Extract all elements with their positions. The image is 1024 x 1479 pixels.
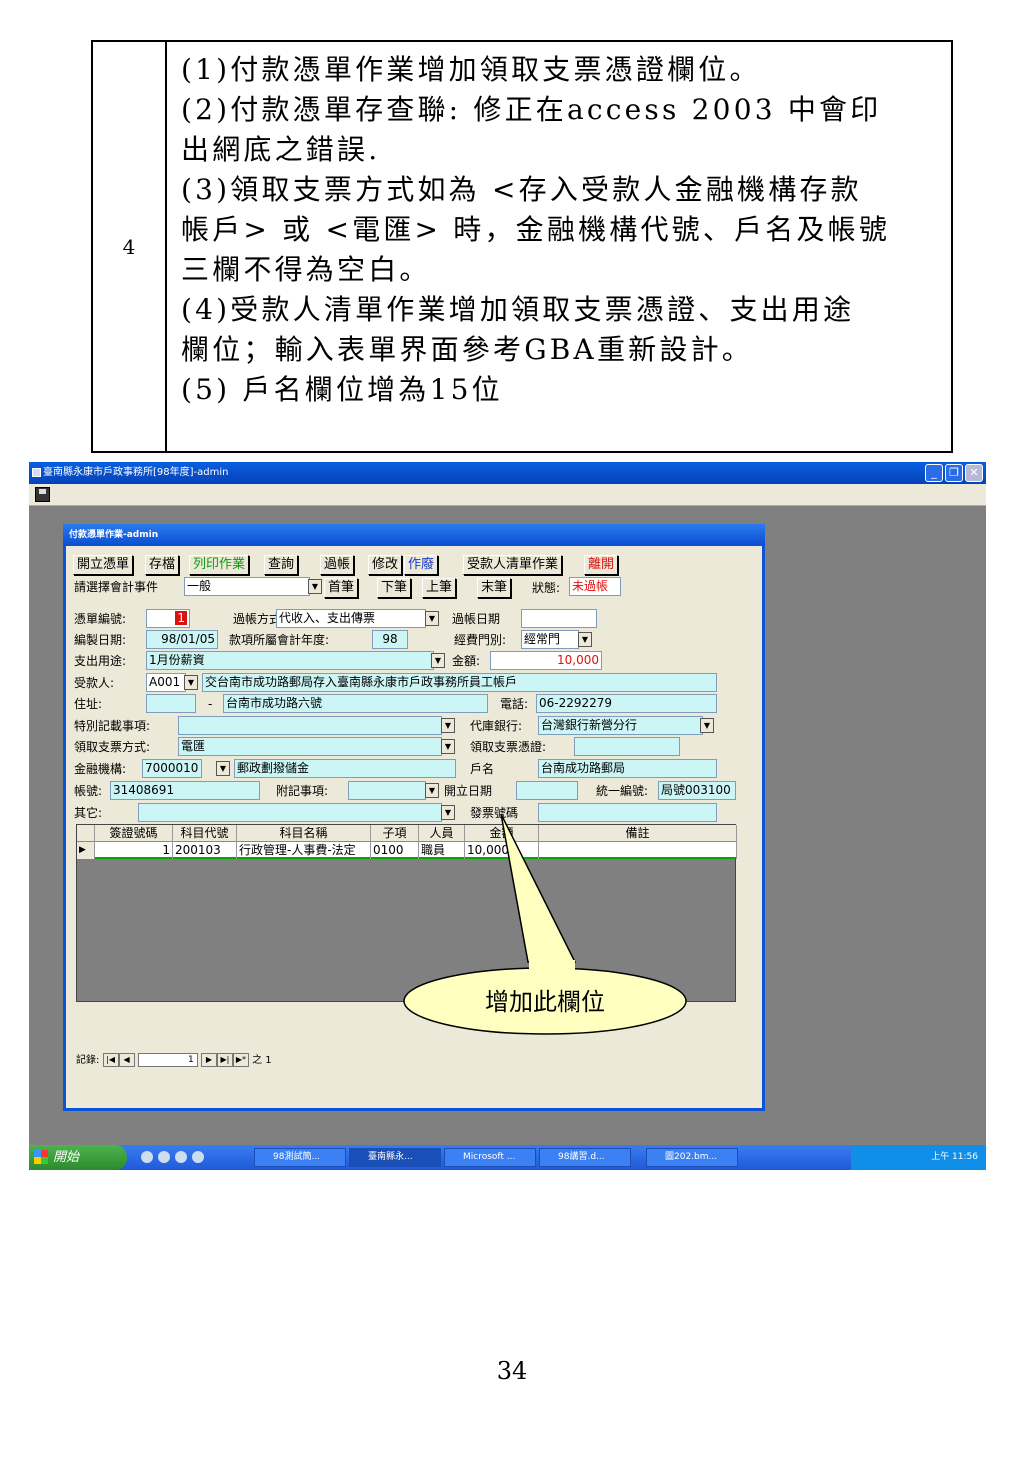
callout-overlay: 增加此欄位 bbox=[403, 813, 687, 1035]
change-description: (1)付款憑單作業增加領取支票憑證欄位。 (2)付款憑單存查聯: 修正在acce… bbox=[167, 42, 951, 451]
task-item[interactable]: 圖202.bm... bbox=[646, 1148, 738, 1167]
callout-pointer bbox=[500, 813, 577, 963]
row-number: 4 bbox=[93, 42, 167, 451]
quicklaunch-desktop-icon[interactable] bbox=[175, 1151, 187, 1163]
taskbar: 開始 98測試簡... 臺南縣永... Microsoft ... 98講習.d… bbox=[29, 1145, 986, 1170]
clock: 上午 11:56 bbox=[931, 1152, 978, 1162]
task-item[interactable]: 98講習.d... bbox=[539, 1148, 631, 1167]
start-label: 開始 bbox=[53, 1150, 80, 1165]
change-line: (3)領取支票方式如為 <存入受款人金融機構存款 bbox=[181, 173, 862, 206]
start-button[interactable]: 開始 bbox=[29, 1145, 127, 1170]
callout-join bbox=[529, 960, 575, 972]
system-tray: 上午 11:56 bbox=[851, 1145, 986, 1170]
windows-logo-icon bbox=[34, 1150, 48, 1164]
task-item[interactable]: Microsoft ... bbox=[444, 1148, 536, 1167]
change-log-table: 4 (1)付款憑單作業增加領取支票憑證欄位。 (2)付款憑單存查聯: 修正在ac… bbox=[91, 40, 953, 453]
quicklaunch-browser-icon[interactable] bbox=[192, 1151, 204, 1163]
change-line: 出網底之錯誤. bbox=[181, 133, 381, 166]
quicklaunch-media-icon[interactable] bbox=[158, 1151, 170, 1163]
change-line: (5) 戶名欄位增為15位 bbox=[181, 373, 503, 406]
task-item[interactable]: 臺南縣永... bbox=[349, 1148, 441, 1167]
callout-text: 增加此欄位 bbox=[485, 988, 605, 1016]
change-line: (1)付款憑單作業增加領取支票憑證欄位。 bbox=[181, 53, 761, 86]
quicklaunch-ie-icon[interactable] bbox=[141, 1151, 153, 1163]
page-number: 34 bbox=[496, 1357, 528, 1385]
change-line: 三欄不得為空白。 bbox=[181, 253, 431, 286]
change-line: 帳戶> 或 <電匯> 時，金融機構代號、戶名及帳號 bbox=[181, 213, 891, 246]
change-line: (2)付款憑單存查聯: 修正在access 2003 中會印 bbox=[181, 93, 882, 126]
change-line: 欄位；輸入表單界面參考GBA重新設計。 bbox=[181, 333, 753, 366]
app-screenshot: 臺南縣永康市戶政事務所[98年度]-admin _ ❐ ✕ 付款憑單作業-adm… bbox=[29, 462, 986, 1170]
change-line: (4)受款人清單作業增加領取支票憑證、支出用途 bbox=[181, 293, 855, 326]
task-item[interactable]: 98測試簡... bbox=[254, 1148, 346, 1167]
